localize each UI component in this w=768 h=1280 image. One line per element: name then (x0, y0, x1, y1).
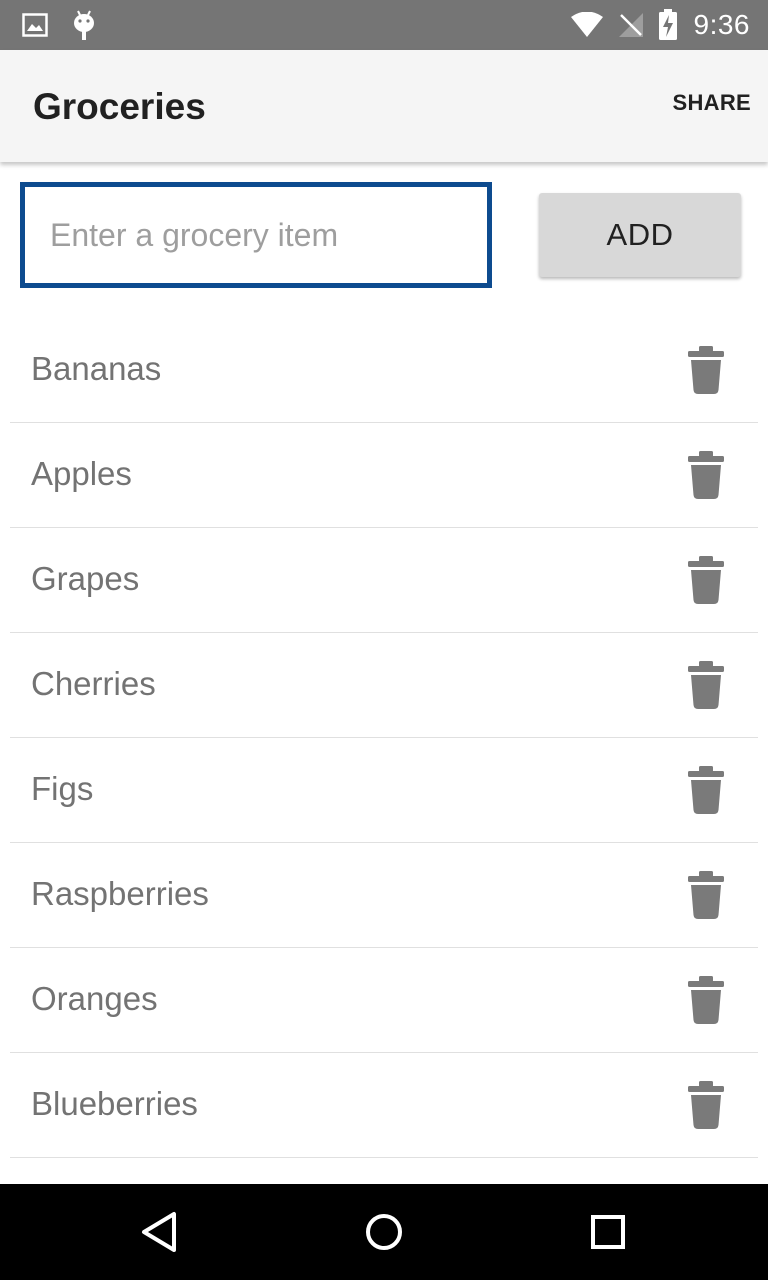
list-item-label: Grapes (31, 560, 140, 597)
status-bar: 9:36 (0, 0, 768, 50)
grocery-input[interactable] (30, 192, 482, 278)
trash-icon[interactable] (684, 555, 728, 605)
list-item[interactable]: Apples (10, 423, 758, 528)
trash-icon[interactable] (684, 450, 728, 500)
list-item-label: Figs (31, 770, 94, 807)
list-item[interactable]: Blueberries (10, 1053, 758, 1158)
trash-icon[interactable] (684, 1080, 728, 1130)
app-bar: Groceries SHARE (0, 50, 768, 162)
list-item[interactable]: Figs (10, 738, 758, 843)
wifi-icon (570, 11, 604, 38)
add-button[interactable]: ADD (539, 193, 741, 277)
no-signal-icon (618, 12, 644, 38)
image-icon (22, 13, 48, 37)
list-item-label: Raspberries (31, 875, 209, 912)
status-time: 9:36 (693, 9, 750, 40)
list-item[interactable]: Cherries (10, 633, 758, 738)
grocery-list: Bananas Apples Grapes Cherries Figs Rasp… (10, 318, 758, 1158)
list-item-label: Bananas (31, 350, 162, 387)
list-item-label: Apples (31, 455, 132, 492)
status-right-icons: 9:36 (570, 8, 751, 42)
list-item[interactable]: Grapes (10, 528, 758, 633)
list-item-label: Cherries (31, 665, 156, 702)
home-icon[interactable] (360, 1208, 408, 1256)
trash-icon[interactable] (684, 660, 728, 710)
share-button[interactable]: SHARE (672, 90, 751, 116)
android-icon (72, 9, 96, 41)
trash-icon[interactable] (684, 975, 728, 1025)
page-title: Groceries (33, 86, 206, 127)
list-item-label: Oranges (31, 980, 158, 1017)
battery-charging-icon (658, 9, 678, 41)
navigation-bar (0, 1184, 768, 1280)
list-item[interactable]: Oranges (10, 948, 758, 1053)
status-left-icons (22, 10, 96, 40)
trash-icon[interactable] (684, 870, 728, 920)
list-item-label: Blueberries (31, 1085, 198, 1122)
list-item[interactable]: Raspberries (10, 843, 758, 948)
recents-icon[interactable] (584, 1208, 632, 1256)
list-item[interactable]: Bananas (10, 318, 758, 423)
back-icon[interactable] (136, 1208, 184, 1256)
trash-icon[interactable] (684, 765, 728, 815)
trash-icon[interactable] (684, 345, 728, 395)
grocery-input-frame (20, 182, 492, 288)
